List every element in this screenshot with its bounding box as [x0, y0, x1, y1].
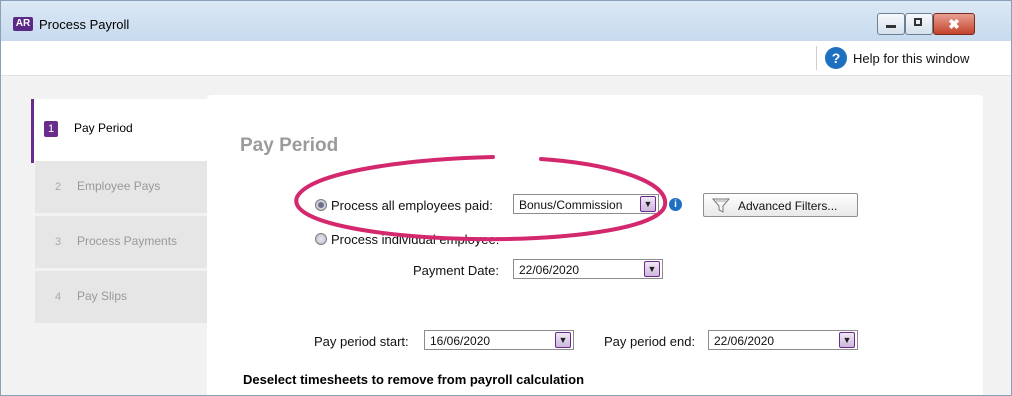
close-button[interactable]: ✖ — [933, 13, 975, 35]
page-title: Pay Period — [240, 135, 339, 156]
deselect-timesheets-heading: Deselect timesheets to remove from payro… — [243, 372, 585, 387]
help-link[interactable]: Help for this window — [853, 51, 969, 66]
toolbar-divider — [816, 46, 817, 70]
step-pay-slips[interactable]: 4 Pay Slips — [35, 271, 207, 323]
step-employee-pays[interactable]: 2 Employee Pays — [35, 161, 207, 213]
process-individual-label: Process individual employee: — [331, 232, 500, 247]
chevron-down-icon[interactable]: ▼ — [640, 196, 656, 212]
pay-type-select[interactable]: Bonus/Commission ▼ — [513, 194, 659, 214]
step-process-payments[interactable]: 3 Process Payments — [35, 216, 207, 268]
step-pay-period[interactable]: 1 Pay Period — [31, 99, 207, 163]
process-all-label: Process all employees paid: — [331, 198, 493, 213]
help-icon[interactable]: ? — [825, 47, 847, 69]
step-number: 1 — [44, 121, 58, 137]
pay-period-end-value: 22/06/2020 — [714, 334, 775, 348]
step-label: Process Payments — [77, 234, 178, 248]
step-number: 3 — [54, 236, 62, 248]
step-number: 2 — [54, 181, 62, 193]
calendar-dropdown-icon[interactable]: ▼ — [839, 332, 855, 348]
process-individual-radio[interactable] — [315, 233, 327, 245]
close-icon: ✖ — [948, 16, 960, 32]
pay-period-panel: Pay Period — [207, 95, 983, 395]
pay-period-end-label: Pay period end: — [604, 334, 696, 349]
filter-icon — [712, 198, 730, 213]
step-label: Pay Period — [74, 121, 133, 135]
pay-type-value: Bonus/Commission — [519, 198, 623, 212]
maximize-icon — [914, 18, 922, 26]
step-label: Employee Pays — [77, 179, 161, 193]
calendar-dropdown-icon[interactable]: ▼ — [644, 261, 660, 277]
process-payroll-window: AR Process Payroll ✖ ? Help for this win… — [0, 0, 1012, 396]
minimize-button[interactable] — [877, 13, 905, 35]
step-label: Pay Slips — [77, 289, 128, 303]
payment-date-field[interactable]: 22/06/2020 ▼ — [513, 259, 663, 279]
process-all-radio[interactable] — [315, 199, 327, 211]
title-bar[interactable]: AR Process Payroll ✖ — [1, 1, 1011, 41]
pay-period-end-field[interactable]: 22/06/2020 ▼ — [708, 330, 858, 350]
window-title: Process Payroll — [39, 17, 130, 32]
minimize-icon — [886, 25, 896, 28]
payment-date-label: Payment Date: — [413, 263, 499, 278]
info-icon[interactable]: i — [669, 198, 682, 211]
step-number: 4 — [54, 291, 62, 303]
calendar-dropdown-icon[interactable]: ▼ — [555, 332, 571, 348]
payment-date-value: 22/06/2020 — [519, 263, 580, 277]
toolbar: ? Help for this window — [1, 41, 1011, 76]
maximize-button[interactable] — [905, 13, 933, 35]
pay-period-start-field[interactable]: 16/06/2020 ▼ — [424, 330, 574, 350]
app-logo-icon: AR — [13, 17, 33, 31]
pay-period-start-label: Pay period start: — [314, 334, 409, 349]
advanced-filters-button[interactable]: Advanced Filters... — [703, 193, 858, 217]
pay-period-start-value: 16/06/2020 — [430, 334, 491, 348]
advanced-filters-label: Advanced Filters... — [738, 199, 838, 213]
